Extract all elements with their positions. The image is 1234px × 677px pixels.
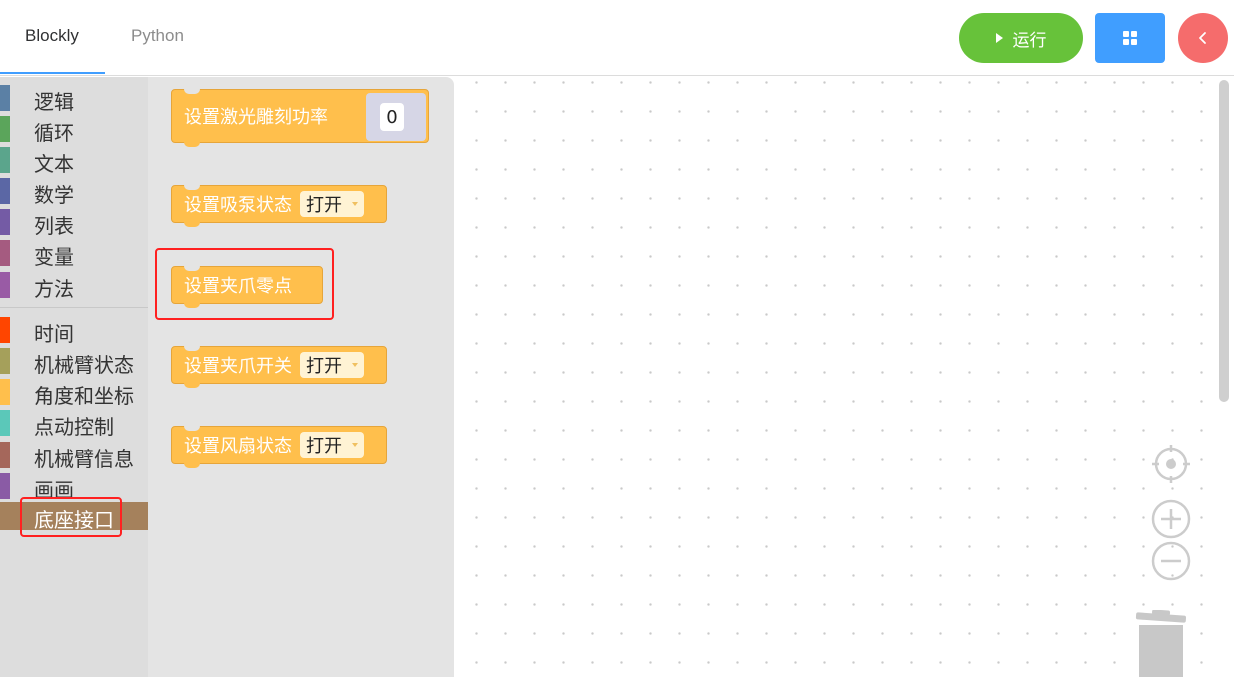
suction-pump-dropdown[interactable]: 打开 <box>300 191 364 217</box>
category-label: 列表 <box>34 214 74 238</box>
zoom-out-icon[interactable] <box>1151 541 1191 581</box>
recenter-icon[interactable] <box>1151 444 1191 484</box>
category-color-swatch <box>0 209 10 235</box>
category-color-swatch <box>0 178 10 204</box>
category-color-swatch <box>0 410 10 436</box>
blockly-workspace[interactable] <box>454 77 1216 677</box>
gripper-switch-dropdown[interactable]: 打开 <box>300 352 364 378</box>
category-label: 画画 <box>34 478 74 502</box>
category-jog-control[interactable]: 点动控制 <box>0 407 148 439</box>
toolbox-separator <box>0 307 148 308</box>
block-label: 设置激光雕刻功率 <box>184 107 328 128</box>
category-variables[interactable]: 变量 <box>0 237 148 269</box>
category-color-swatch <box>0 473 10 499</box>
dropdown-arrow-icon <box>352 363 358 367</box>
block-set-suction-pump[interactable]: 设置吸泵状态 打开 <box>171 185 387 227</box>
category-label: 循环 <box>34 121 74 145</box>
category-color-swatch <box>0 240 10 266</box>
category-label: 机械臂信息 <box>34 447 134 471</box>
block-set-gripper-switch[interactable]: 设置夹爪开关 打开 <box>171 346 387 388</box>
trash-icon[interactable] <box>1134 610 1188 677</box>
category-time[interactable]: 时间 <box>0 314 148 346</box>
category-label: 底座接口 <box>34 508 114 532</box>
dropdown-value: 打开 <box>306 195 342 216</box>
category-text[interactable]: 文本 <box>0 144 148 176</box>
category-color-swatch <box>0 348 10 374</box>
zoom-in-icon[interactable] <box>1151 499 1191 539</box>
dropdown-value: 打开 <box>306 436 342 457</box>
category-color-swatch <box>0 379 10 405</box>
category-label: 角度和坐标 <box>34 384 134 408</box>
category-arm-status[interactable]: 机械臂状态 <box>0 345 148 377</box>
play-icon <box>995 33 1003 43</box>
category-color-swatch <box>0 272 10 298</box>
block-set-fan-state[interactable]: 设置风扇状态 打开 <box>171 426 387 468</box>
category-math[interactable]: 数学 <box>0 175 148 207</box>
category-loops[interactable]: 循环 <box>0 113 148 145</box>
block-set-gripper-zero[interactable]: 设置夹爪零点 <box>171 266 323 308</box>
header: Blockly Python 运行 <box>0 0 1234 76</box>
dropdown-value: 打开 <box>306 356 342 377</box>
dropdown-arrow-icon <box>352 443 358 447</box>
dropdown-arrow-icon <box>352 202 358 206</box>
run-button[interactable]: 运行 <box>959 13 1083 63</box>
laser-power-value[interactable]: 0 <box>380 103 404 131</box>
category-label: 文本 <box>34 152 74 176</box>
category-logic[interactable]: 逻辑 <box>0 82 148 114</box>
category-label: 逻辑 <box>34 90 74 114</box>
category-label: 机械臂状态 <box>34 353 134 377</box>
back-button[interactable] <box>1178 13 1228 63</box>
category-functions[interactable]: 方法 <box>0 269 148 301</box>
active-tab-indicator <box>0 72 105 74</box>
fan-state-dropdown[interactable]: 打开 <box>300 432 364 458</box>
block-label: 设置夹爪开关 <box>184 356 292 377</box>
category-label: 变量 <box>34 245 74 269</box>
category-color-swatch <box>0 147 10 173</box>
category-label: 数学 <box>34 183 74 207</box>
grid-icon <box>1123 31 1137 45</box>
category-label: 方法 <box>34 277 74 301</box>
category-label: 时间 <box>34 322 74 346</box>
category-color-swatch <box>0 317 10 343</box>
category-drawing[interactable]: 画画 <box>0 470 148 502</box>
category-base-interface[interactable]: 底座接口 <box>0 502 148 532</box>
block-label: 设置夹爪零点 <box>184 276 292 297</box>
category-color-swatch <box>0 85 10 111</box>
run-button-label: 运行 <box>1012 30 1047 51</box>
category-arm-info[interactable]: 机械臂信息 <box>0 439 148 471</box>
tab-blockly[interactable]: Blockly <box>25 26 79 46</box>
block-label: 设置风扇状态 <box>184 436 292 457</box>
category-color-swatch <box>0 116 10 142</box>
block-label: 设置吸泵状态 <box>184 195 292 216</box>
category-lists[interactable]: 列表 <box>0 206 148 238</box>
toolbox: 逻辑 循环 文本 数学 列表 变量 方法 时间 机械臂状态 角度和坐标 点动控制 <box>0 77 148 677</box>
chevron-left-icon <box>1199 32 1206 44</box>
category-label: 点动控制 <box>34 415 114 439</box>
grid-menu-button[interactable] <box>1095 13 1165 63</box>
tab-python[interactable]: Python <box>131 26 184 46</box>
category-color-swatch <box>0 442 10 468</box>
vertical-scrollbar[interactable] <box>1219 80 1229 402</box>
category-angle-coords[interactable]: 角度和坐标 <box>0 376 148 408</box>
